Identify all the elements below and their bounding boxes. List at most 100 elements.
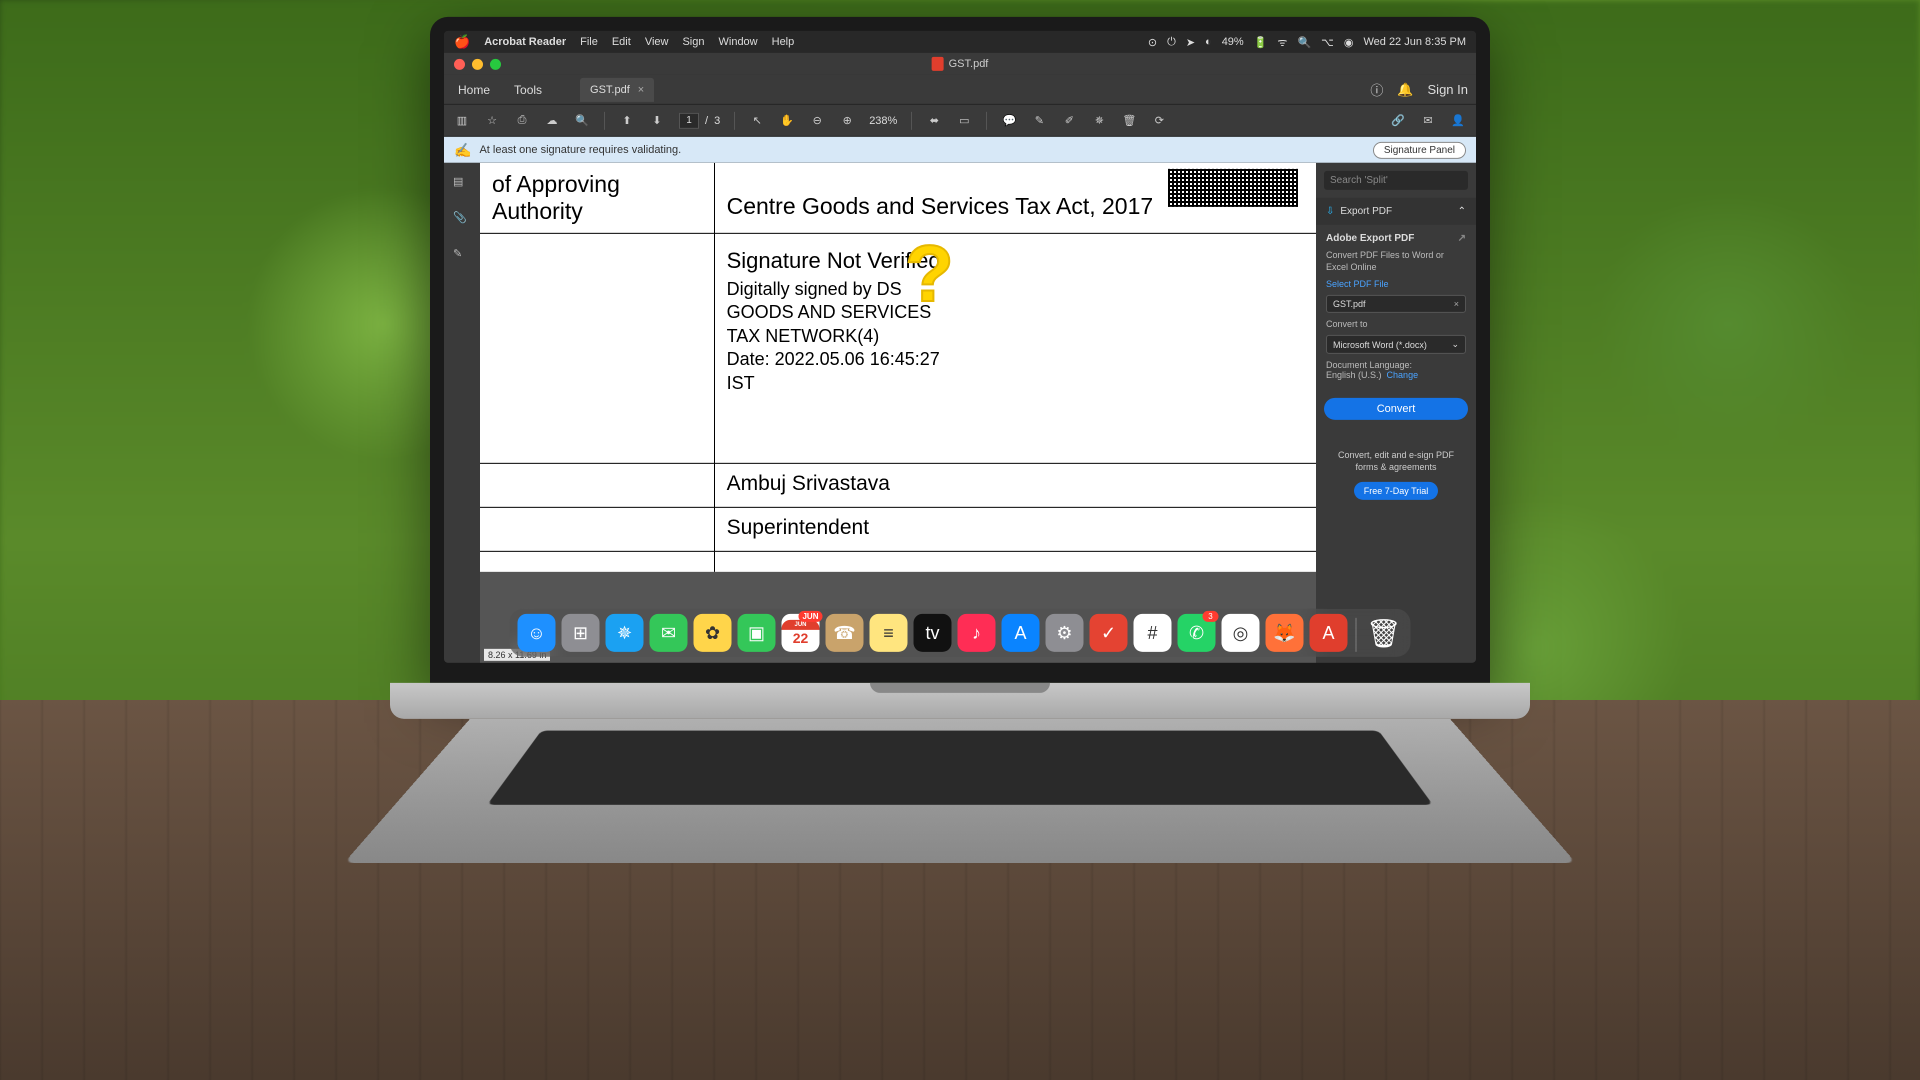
document-viewport[interactable]: of Approving Authority Centre Goods and … [480, 163, 1316, 663]
hand-tool-icon[interactable]: ✋ [779, 112, 795, 128]
macos-dock: ☺⊞✵✉✿▣JUN22☎≡tv♪A⚙✓#✆◎🦊A🗑 [510, 609, 1411, 657]
menu-file[interactable]: File [580, 36, 598, 48]
fit-page-icon[interactable]: ▭ [956, 112, 972, 128]
page-number-input[interactable] [679, 112, 699, 128]
star-icon[interactable]: ☆ [484, 112, 500, 128]
dock-app-acrobat[interactable]: A [1310, 614, 1348, 652]
cloud-icon[interactable]: ☁ [544, 112, 560, 128]
dock-app-appletv[interactable]: tv [914, 614, 952, 652]
tab-home[interactable]: Home [452, 82, 496, 96]
dock-app-finder[interactable]: ☺ [518, 614, 556, 652]
dock-app-calendar[interactable]: JUN22 [782, 614, 820, 652]
menu-window[interactable]: Window [719, 36, 758, 48]
dock-trash[interactable]: 🗑 [1365, 614, 1403, 652]
status-icon[interactable]: ⏻ [1167, 35, 1176, 48]
zoom-out-icon[interactable]: ⊖ [809, 112, 825, 128]
pdf-page: of Approving Authority Centre Goods and … [480, 163, 1316, 572]
maximize-window-button[interactable] [490, 58, 501, 69]
help-icon[interactable]: ⓘ [1370, 80, 1383, 99]
search-icon[interactable]: 🔍 [574, 112, 590, 128]
qr-code [1168, 169, 1298, 207]
menu-sign[interactable]: Sign [682, 36, 704, 48]
minimize-window-button[interactable] [472, 58, 483, 69]
print-icon[interactable]: ⎙ [514, 112, 530, 128]
control-center-icon[interactable]: ⌥ [1321, 35, 1334, 48]
signature-panel-button[interactable]: Signature Panel [1373, 141, 1466, 158]
siri-icon[interactable]: ◉ [1344, 35, 1354, 48]
convert-button[interactable]: Convert [1324, 398, 1468, 420]
status-icon[interactable]: ◐ [1205, 36, 1212, 48]
table-cell-designation: Superintendent [714, 507, 1316, 551]
zoom-level[interactable]: 238% [869, 114, 897, 126]
signatures-rail-icon[interactable]: ✎ [453, 247, 471, 265]
menu-edit[interactable]: Edit [612, 36, 631, 48]
menu-view[interactable]: View [645, 36, 669, 48]
dock-app-photos[interactable]: ✿ [694, 614, 732, 652]
dock-app-launchpad[interactable]: ⊞ [562, 614, 600, 652]
status-icon[interactable]: ➤ [1186, 35, 1195, 48]
free-trial-button[interactable]: Free 7-Day Trial [1354, 482, 1439, 500]
email-icon[interactable]: ✉ [1420, 112, 1436, 128]
dock-app-facetime[interactable]: ▣ [738, 614, 776, 652]
clock[interactable]: Wed 22 Jun 8:35 PM [1363, 36, 1466, 48]
dock-app-notes[interactable]: ≡ [870, 614, 908, 652]
search-input[interactable]: Search 'Split' [1324, 171, 1468, 190]
attachments-icon[interactable]: 📎 [453, 211, 471, 229]
screen: 🍎 Acrobat Reader File Edit View Sign Win… [444, 31, 1476, 663]
dock-app-messages[interactable]: ✉ [650, 614, 688, 652]
selected-file-pill[interactable]: GST.pdf × [1326, 295, 1466, 313]
dock-app-slack[interactable]: # [1134, 614, 1172, 652]
dock-app-firefox[interactable]: 🦊 [1266, 614, 1304, 652]
convert-to-label: Convert to [1326, 319, 1466, 329]
apple-menu[interactable]: 🍎 [454, 34, 470, 50]
fit-width-icon[interactable]: ⬌ [926, 112, 942, 128]
page-down-icon[interactable]: ⬇ [649, 112, 665, 128]
comment-icon[interactable]: 💬 [1001, 112, 1017, 128]
menu-help[interactable]: Help [772, 36, 795, 48]
dock-app-contacts[interactable]: ☎ [826, 614, 864, 652]
adobe-export-title: Adobe Export PDF [1326, 233, 1414, 244]
convert-format-select[interactable]: Microsoft Word (*.docx) ⌄ [1326, 335, 1466, 354]
change-language-link[interactable]: Change [1387, 370, 1419, 380]
export-pdf-header[interactable]: ⇩ Export PDF ⌃ [1316, 198, 1476, 225]
dock-app-safari[interactable]: ✵ [606, 614, 644, 652]
table-cell: of Approving Authority [480, 163, 714, 234]
dock-app-settings[interactable]: ⚙ [1046, 614, 1084, 652]
zoom-in-icon[interactable]: ⊕ [839, 112, 855, 128]
dock-app-whatsapp[interactable]: ✆ [1178, 614, 1216, 652]
sign-in-link[interactable]: Sign In [1428, 82, 1468, 97]
close-window-button[interactable] [454, 58, 465, 69]
close-tab-icon[interactable]: × [638, 83, 644, 95]
delete-icon[interactable]: 🗑 [1121, 112, 1137, 128]
account-icon[interactable]: 👤 [1450, 112, 1466, 128]
spotlight-icon[interactable]: 🔍 [1297, 35, 1311, 48]
thumbnails-icon[interactable]: ▤ [453, 175, 471, 193]
app-name[interactable]: Acrobat Reader [484, 36, 566, 48]
dock-app-appstore[interactable]: A [1002, 614, 1040, 652]
share-icon[interactable]: 🔗 [1390, 112, 1406, 128]
select-pdf-link[interactable]: Select PDF File [1326, 279, 1466, 289]
dock-app-todoist[interactable]: ✓ [1090, 614, 1128, 652]
adobe-export-desc: Convert PDF Files to Word or Excel Onlin… [1326, 250, 1466, 273]
page-up-icon[interactable]: ⬆ [619, 112, 635, 128]
export-pdf-label: Export PDF [1340, 206, 1392, 217]
wifi-icon[interactable]: ᯤ [1277, 34, 1287, 49]
draw-icon[interactable]: ✐ [1061, 112, 1077, 128]
select-tool-icon[interactable]: ↖ [749, 112, 765, 128]
rotate-icon[interactable]: ⟳ [1151, 112, 1167, 128]
highlight-icon[interactable]: ✎ [1031, 112, 1047, 128]
dock-app-chrome[interactable]: ◎ [1222, 614, 1260, 652]
promo-text: Convert, edit and e-sign PDF forms & agr… [1316, 450, 1476, 473]
sidebar-toggle-icon[interactable]: ▥ [454, 112, 470, 128]
info-icon[interactable]: ↗ [1458, 233, 1466, 244]
dock-app-music[interactable]: ♪ [958, 614, 996, 652]
left-rail: ▤ 📎 ✎ [444, 163, 480, 663]
tab-tools[interactable]: Tools [508, 82, 548, 96]
document-tab[interactable]: GST.pdf × [580, 77, 654, 101]
notifications-icon[interactable]: 🔔 [1397, 81, 1413, 97]
battery-percent[interactable]: 49% [1222, 36, 1244, 48]
status-icon[interactable]: ⊙ [1148, 35, 1157, 48]
stamp-icon[interactable]: ✵ [1091, 112, 1107, 128]
clear-file-icon[interactable]: × [1454, 299, 1459, 309]
signature-block: Signature Not Verified Digitally signed … [727, 242, 1304, 395]
